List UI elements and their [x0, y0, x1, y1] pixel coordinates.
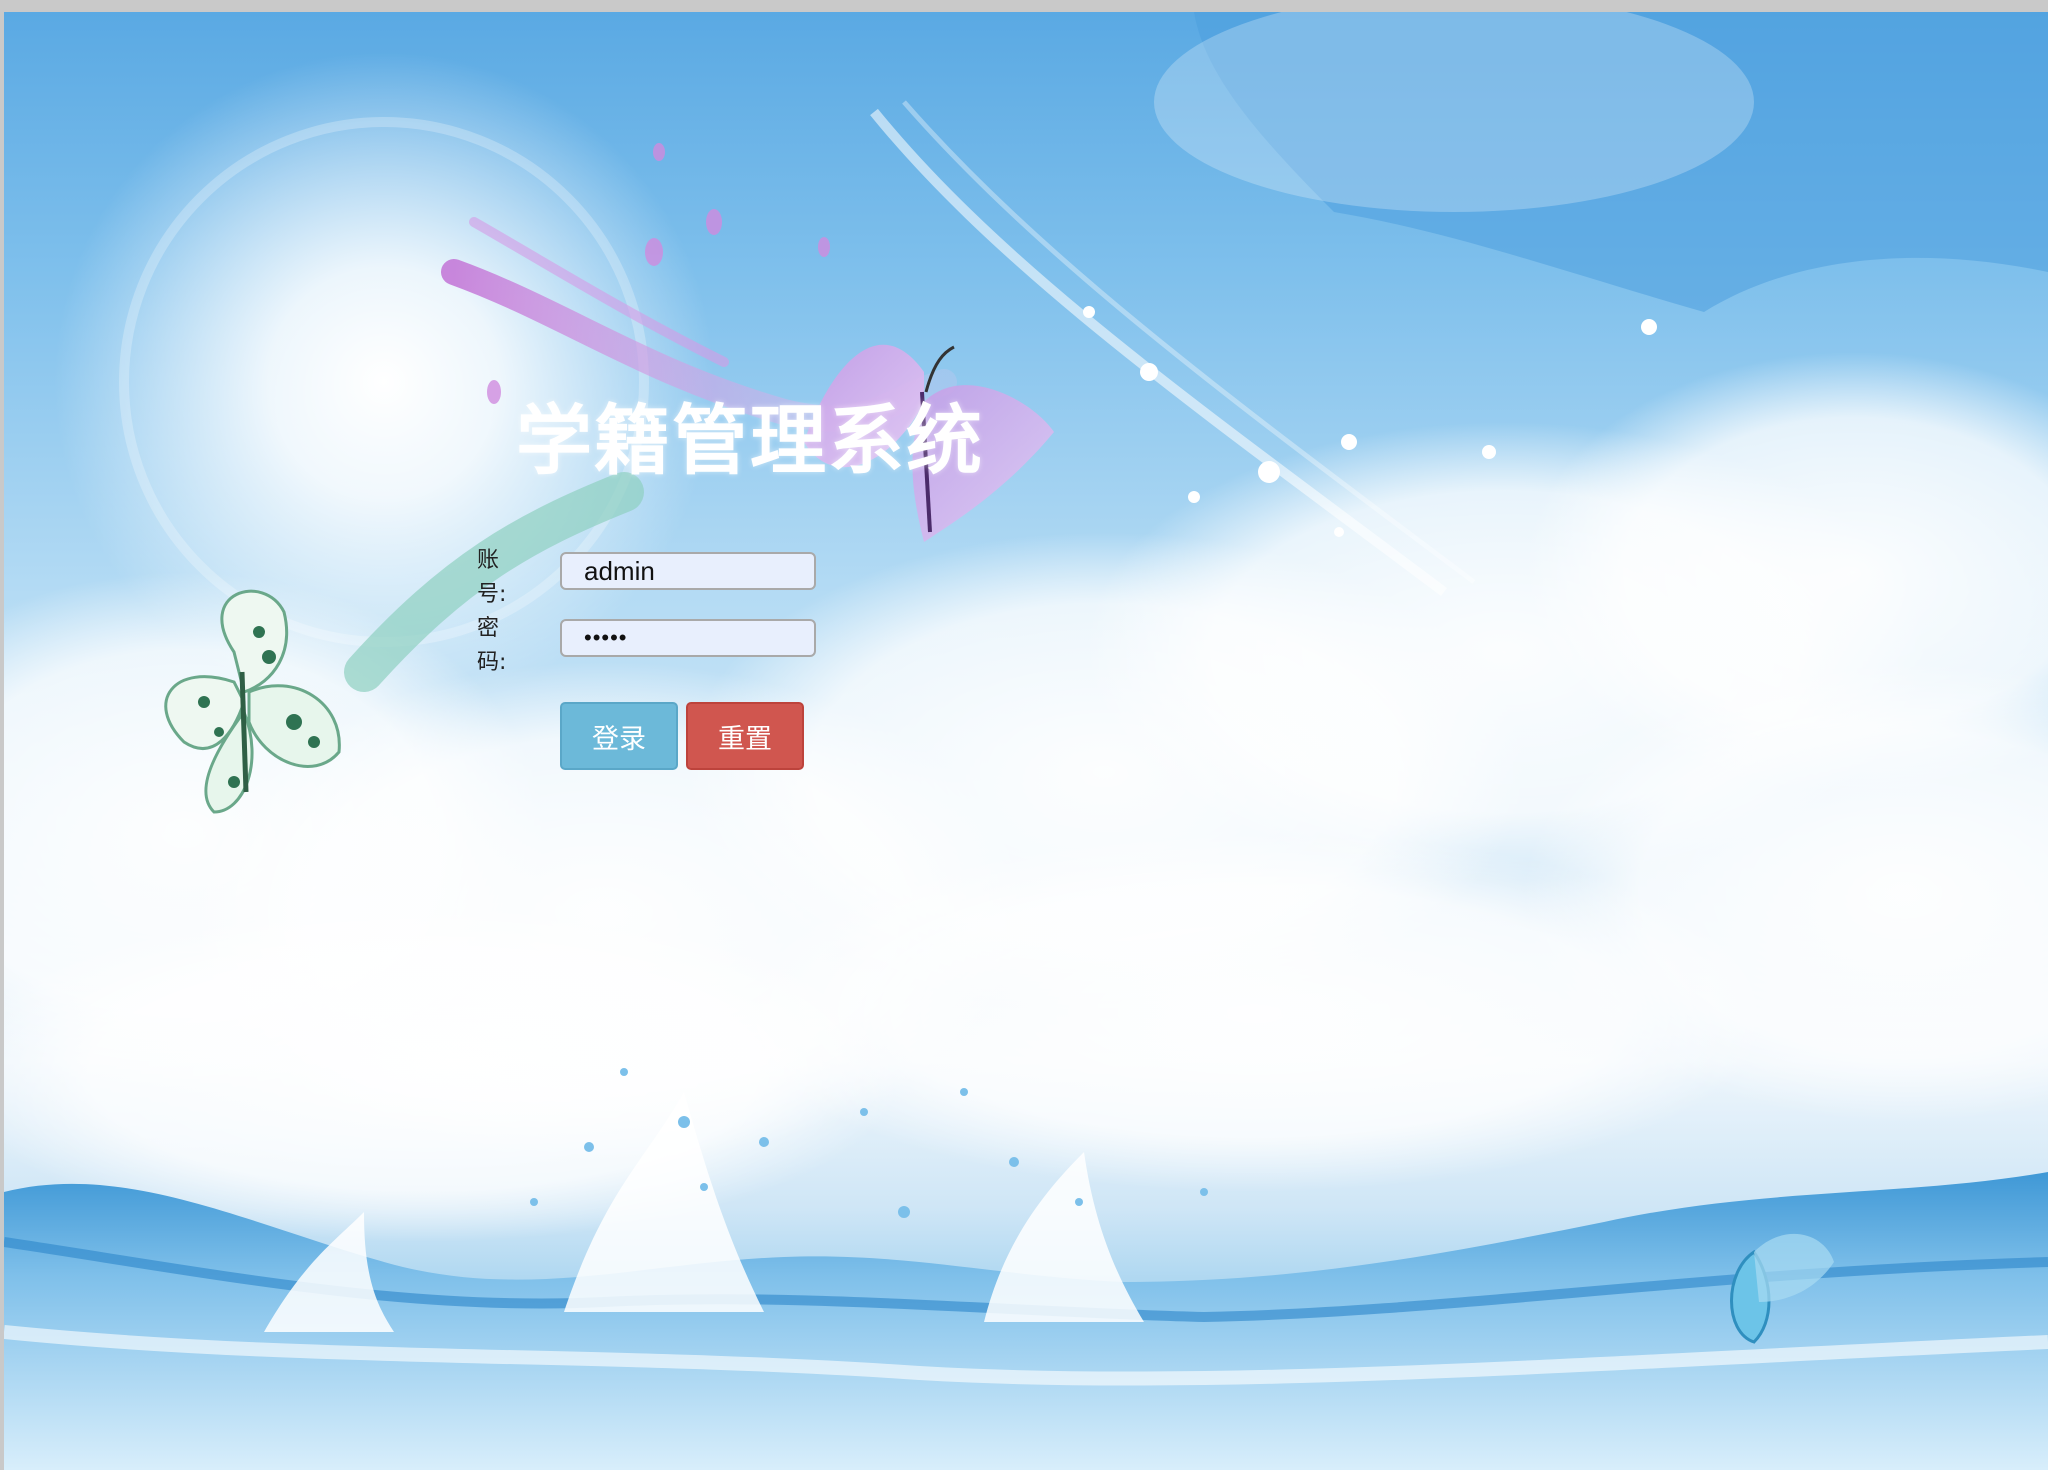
login-page: 学籍管理系统 账号: 密码: 登录 重置 [0, 0, 2048, 1470]
account-input[interactable] [560, 552, 816, 590]
login-button[interactable]: 登录 [560, 702, 678, 770]
account-label: 账号: [477, 548, 507, 607]
background-scene: 学籍管理系统 账号: 密码: 登录 重置 [4, 12, 2048, 1470]
password-input[interactable] [560, 619, 816, 657]
password-label: 密码: [477, 616, 507, 675]
reset-button[interactable]: 重置 [686, 702, 804, 770]
background-illustration [4, 12, 2048, 1470]
page-title: 学籍管理系统 [516, 396, 984, 485]
